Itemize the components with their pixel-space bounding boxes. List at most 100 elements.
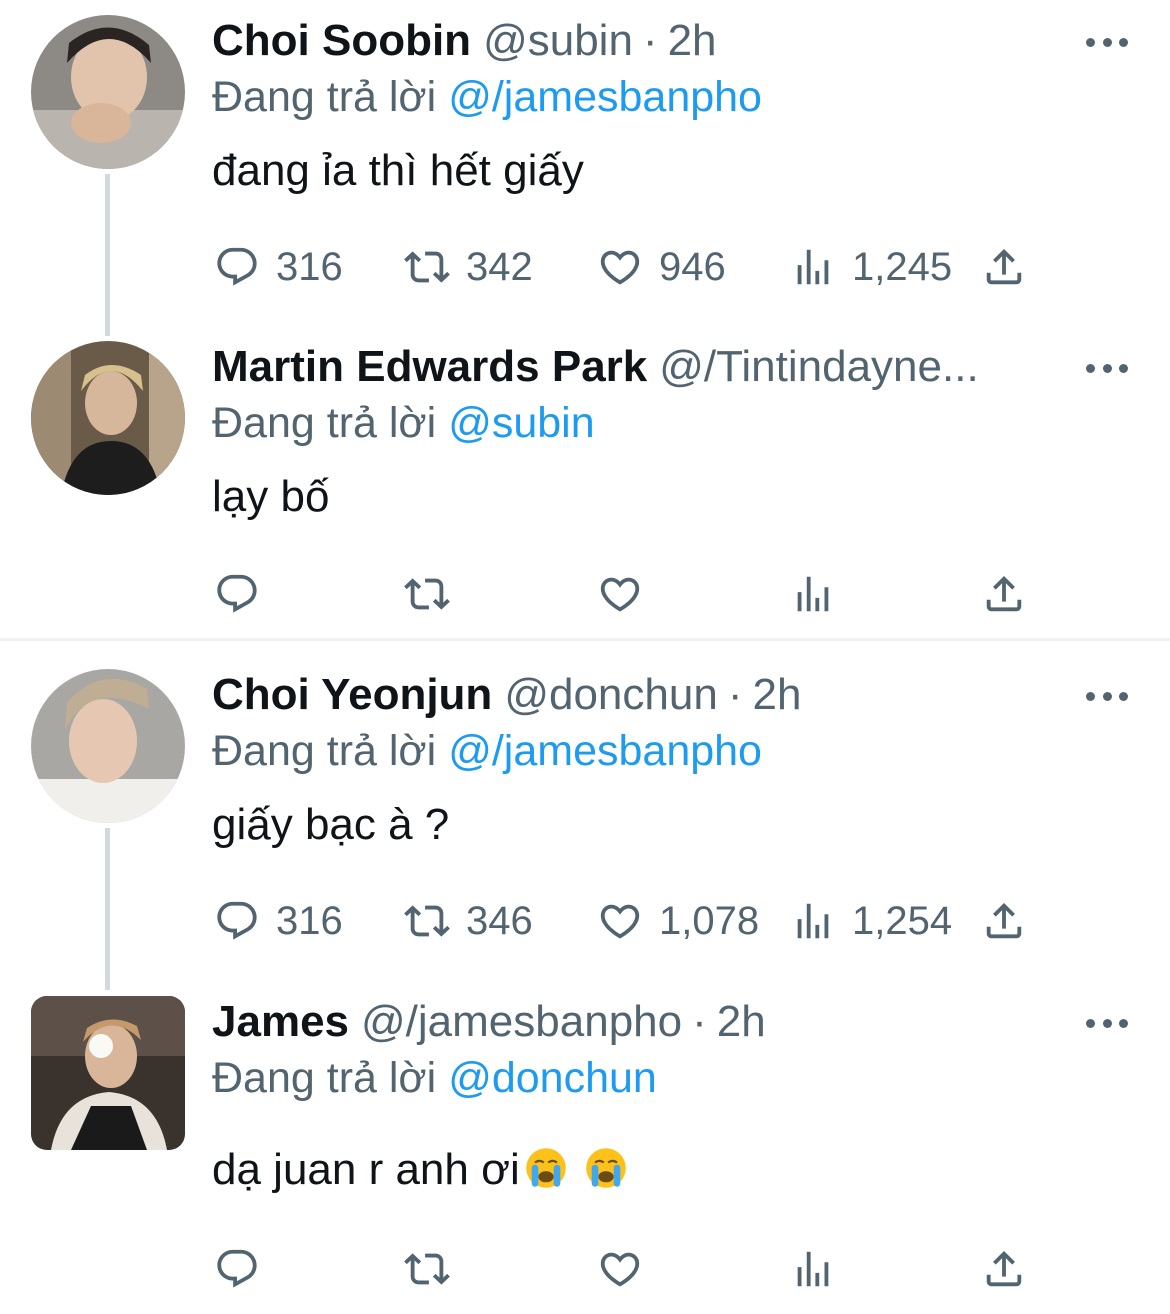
display-name[interactable]: Martin Edwards Park [212, 341, 647, 393]
replying-to-label: Đang trả lời [212, 73, 437, 121]
timestamp[interactable]: 2h [717, 996, 766, 1048]
share-button[interactable] [981, 1244, 1027, 1294]
action-bar [0, 1244, 1170, 1294]
tweet-header: Choi Soobin @subin · 2h [212, 15, 717, 67]
retweet-icon [404, 571, 450, 617]
separator-dot: · [642, 16, 658, 65]
display-name[interactable]: Choi Yeonjun [212, 669, 492, 721]
retweet-button[interactable]: 346 [404, 896, 533, 946]
retweet-button[interactable] [404, 1244, 450, 1294]
loudly-crying-face-emoji [524, 1146, 568, 1190]
display-name[interactable]: James [212, 996, 349, 1048]
heart-icon [597, 898, 643, 944]
action-bar [0, 569, 1170, 619]
tweet-text: dạ juan r anh ơi [212, 1144, 628, 1196]
timestamp[interactable]: 2h [752, 669, 801, 721]
tweet-header: Choi Yeonjun @donchun · 2h [212, 669, 801, 721]
avatar[interactable] [31, 996, 185, 1150]
retweet-button[interactable]: 342 [404, 242, 533, 292]
tweet-header: Martin Edwards Park @/Tintindayne... [212, 341, 979, 393]
replying-to: Đang trả lời @/jamesbanpho [212, 725, 762, 777]
replying-to: Đang trả lời @subin [212, 397, 595, 449]
user-handle[interactable]: @subin [483, 15, 633, 67]
user-handle[interactable]: @/Tintindayne... [659, 341, 978, 393]
share-button[interactable] [981, 569, 1027, 619]
reply-mention-link[interactable]: @subin [448, 399, 594, 447]
more-dots-icon[interactable] [1086, 353, 1128, 383]
speech-bubble-icon [214, 244, 260, 290]
timestamp[interactable]: 2h [668, 15, 717, 67]
separator-dot: · [727, 670, 743, 719]
like-count: 946 [659, 244, 726, 289]
more-dots-icon[interactable] [1086, 1008, 1128, 1038]
tweet-text: đang ỉa thì hết giấy [212, 146, 584, 195]
bar-chart-icon [790, 898, 836, 944]
more-dots-icon[interactable] [1086, 27, 1128, 57]
tweet[interactable]: Martin Edwards Park @/Tintindayne... Đan… [0, 341, 1170, 631]
replying-to: Đang trả lời @/jamesbanpho [212, 71, 762, 123]
share-upload-icon [981, 898, 1027, 944]
tweet-text: lạy bố [212, 472, 330, 521]
action-bar: 316 342 946 1,245 [0, 242, 1170, 292]
action-bar: 316 346 1,078 1,254 [0, 896, 1170, 946]
reply-button[interactable]: 316 [214, 896, 343, 946]
tweet[interactable]: Choi Soobin @subin · 2h Đang trả lời @/ja… [0, 15, 1170, 315]
share-upload-icon [981, 244, 1027, 290]
reply-button[interactable]: 316 [214, 242, 343, 292]
retweet-count: 346 [466, 898, 533, 943]
conversation-divider [0, 638, 1170, 641]
views-button[interactable]: 1,245 [790, 242, 952, 292]
loudly-crying-face-emoji [584, 1146, 628, 1190]
reply-mention-link[interactable]: @/jamesbanpho [448, 73, 762, 121]
like-button[interactable]: 946 [597, 242, 726, 292]
reply-mention-link[interactable]: @/jamesbanpho [448, 727, 762, 775]
avatar[interactable] [31, 669, 185, 823]
retweet-icon [404, 1246, 450, 1292]
separator-dot: · [692, 997, 707, 1046]
tweet[interactable]: Choi Yeonjun @donchun · 2h Đang trả lời @… [0, 669, 1170, 969]
views-button[interactable] [790, 569, 836, 619]
views-button[interactable]: 1,254 [790, 896, 952, 946]
share-upload-icon [981, 1246, 1027, 1292]
bar-chart-icon [790, 571, 836, 617]
user-handle[interactable]: @donchun [504, 669, 718, 721]
bar-chart-icon [790, 244, 836, 290]
avatar[interactable] [31, 341, 185, 495]
retweet-button[interactable] [404, 569, 450, 619]
replying-to-label: Đang trả lời [212, 727, 437, 775]
reply-count: 316 [276, 898, 343, 943]
heart-icon [597, 1246, 643, 1292]
tweet-header: James @/jamesbanpho · 2h [212, 996, 766, 1048]
like-button[interactable] [597, 1244, 643, 1294]
retweet-count: 342 [466, 244, 533, 289]
replying-to-label: Đang trả lời [212, 1054, 437, 1102]
tweet-text: giấy bạc à ? [212, 800, 450, 849]
share-upload-icon [981, 571, 1027, 617]
reply-button[interactable] [214, 1244, 260, 1294]
reply-mention-link[interactable]: @donchun [448, 1054, 657, 1102]
more-dots-icon[interactable] [1086, 681, 1128, 711]
speech-bubble-icon [214, 898, 260, 944]
reply-button[interactable] [214, 569, 260, 619]
heart-icon [597, 244, 643, 290]
tweet[interactable]: James @/jamesbanpho · 2h Đang trả lời @do… [0, 996, 1170, 1296]
heart-icon [597, 571, 643, 617]
like-button[interactable]: 1,078 [597, 896, 759, 946]
share-button[interactable] [981, 242, 1027, 292]
bar-chart-icon [790, 1246, 836, 1292]
views-button[interactable] [790, 1244, 836, 1294]
speech-bubble-icon [214, 571, 260, 617]
tweet-text-body: dạ juan r anh ơi [212, 1145, 520, 1194]
user-handle[interactable]: @/jamesbanpho [361, 996, 682, 1048]
views-count: 1,254 [852, 898, 953, 943]
share-button[interactable] [981, 896, 1027, 946]
speech-bubble-icon [214, 1246, 260, 1292]
like-button[interactable] [597, 569, 643, 619]
retweet-icon [404, 244, 450, 290]
avatar[interactable] [31, 15, 185, 169]
reply-count: 316 [276, 244, 343, 289]
replying-to-label: Đang trả lời [212, 399, 437, 447]
display-name[interactable]: Choi Soobin [212, 15, 471, 67]
replying-to: Đang trả lời @donchun [212, 1052, 657, 1104]
like-count: 1,078 [659, 898, 760, 943]
